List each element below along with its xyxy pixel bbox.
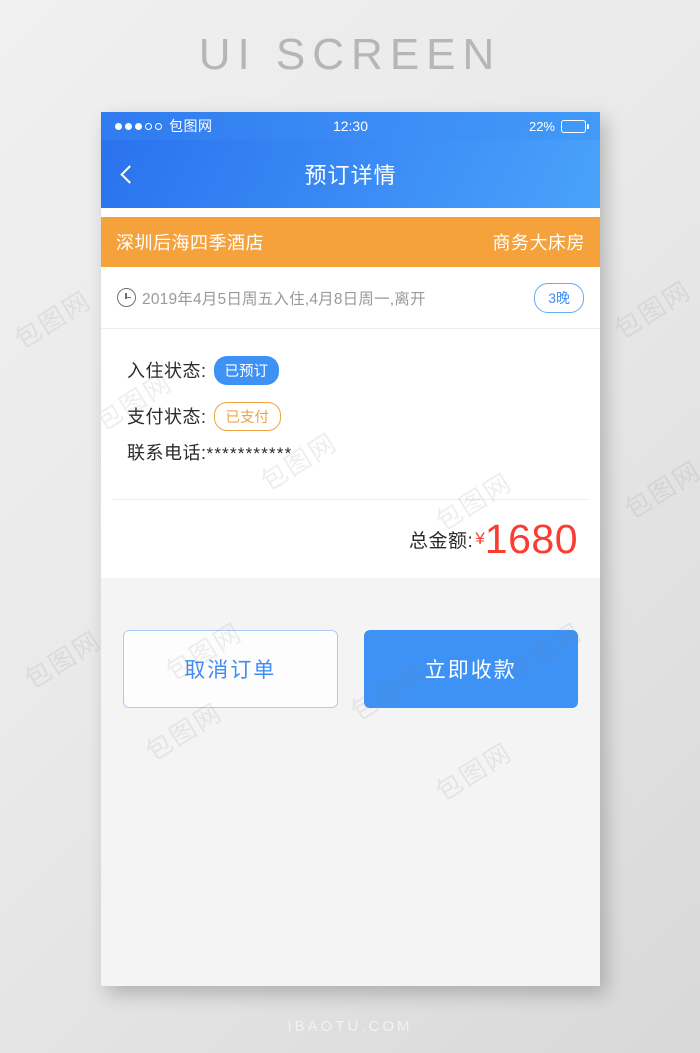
total-amount-row: 总金额: ¥ 1680: [101, 500, 600, 578]
contact-phone-row: 联系电话: ***********: [101, 439, 600, 483]
booking-detail-card: 2019年4月5日周五入住,4月8日周一,离开 3晚 入住状态: 已预订 支付状…: [101, 267, 600, 578]
payment-status-label: 支付状态:: [127, 407, 207, 427]
watermark: 包图网: [9, 284, 97, 355]
signal-dot-filled: [125, 122, 132, 130]
total-amount-label: 总金额:: [409, 530, 474, 552]
payment-status-badge: 已支付: [213, 401, 282, 431]
checkin-status-badge: 已预订: [213, 355, 280, 385]
hotel-name: 深圳后海四季酒店: [116, 233, 264, 253]
carrier-label: 包图网: [169, 118, 213, 134]
collect-payment-button[interactable]: 立即收款: [363, 630, 578, 708]
navigation-bar: 预订详情: [101, 140, 600, 208]
signal-strength-icon: [115, 122, 162, 130]
checkin-status-label: 入住状态:: [127, 361, 207, 381]
contact-phone-value: ***********: [206, 444, 293, 463]
stay-date-range: 2019年4月5日周五入住,4月8日周一,离开: [142, 290, 426, 308]
battery-icon: [561, 119, 589, 133]
status-bar-left: 包图网: [115, 116, 213, 136]
signal-dot-empty: [145, 122, 152, 130]
total-amount-value: 1680: [484, 515, 578, 562]
room-type: 商务大床房: [492, 233, 585, 253]
action-area: 取消订单 立即收款: [101, 578, 600, 986]
contact-phone-label: 联系电话:: [127, 443, 207, 463]
page-title: UI SCREEN: [198, 30, 502, 79]
status-bar-right: 22%: [528, 118, 589, 134]
site-footer: IBAOTU.COM: [287, 1018, 413, 1035]
cancel-order-button[interactable]: 取消订单: [123, 630, 338, 708]
phone-mockup: 包图网 12:30 22% 预订详情 深圳后海四季酒店 商务大床房 2019年4…: [101, 112, 600, 986]
status-list: 入住状态: 已预订 支付状态: 已支付 联系电话: ***********: [101, 329, 600, 499]
nav-divider: [101, 208, 600, 217]
battery-percent-label: 22%: [528, 118, 555, 134]
chevron-left-icon: [120, 164, 139, 184]
watermark: 包图网: [19, 624, 107, 695]
hotel-banner[interactable]: 深圳后海四季酒店 商务大床房: [101, 217, 600, 267]
watermark: 包图网: [609, 274, 697, 345]
back-button[interactable]: [101, 140, 153, 208]
signal-dot-filled: [135, 122, 142, 130]
clock-icon: [117, 288, 136, 307]
status-bar: 包图网 12:30 22%: [101, 112, 600, 140]
signal-dot-filled: [115, 122, 122, 130]
currency-symbol: ¥: [475, 529, 485, 548]
signal-dot-empty: [155, 122, 162, 130]
checkin-status-row: 入住状态: 已预订: [101, 347, 600, 393]
watermark: 包图网: [619, 454, 700, 525]
payment-status-row: 支付状态: 已支付: [101, 393, 600, 439]
nights-badge: 3晚: [534, 282, 584, 313]
stay-date-row: 2019年4月5日周五入住,4月8日周一,离开 3晚: [101, 267, 600, 329]
screen-title: 预订详情: [304, 163, 397, 188]
